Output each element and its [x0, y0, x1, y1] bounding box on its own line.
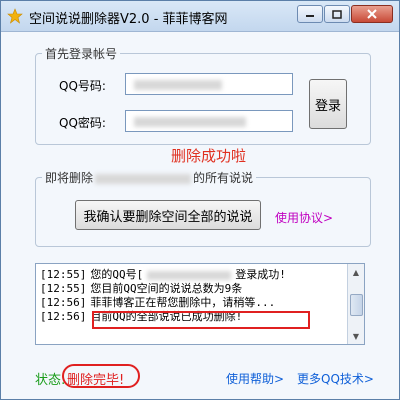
redacted-account: [95, 173, 192, 184]
redacted-qq-number: [134, 80, 222, 90]
scroll-up-icon[interactable]: ▲: [348, 264, 364, 280]
log-text: 您目前QQ空间的说说总数为9条: [90, 282, 243, 295]
log-text: 您的QQ号[: [90, 268, 144, 281]
window-controls: [297, 5, 393, 25]
log-time: [12:56]: [40, 310, 87, 323]
log-text-after: 登录成功!: [235, 268, 286, 281]
qq-number-label: QQ号码:: [59, 79, 106, 93]
scroll-thumb[interactable]: [350, 294, 363, 316]
highlight-box: [92, 311, 310, 329]
app-window: 空间说说删除器V2.0 - 菲菲博客网 首先登录帐号 QQ号码: QQ密码: 登…: [0, 0, 400, 400]
delete-legend-prefix: 即将删除: [45, 171, 94, 185]
log-line: [12:55] 您的QQ号[ 登录成功!: [40, 268, 340, 282]
success-message: 删除成功啦: [171, 147, 247, 165]
log-time: [12:55]: [40, 268, 87, 281]
delete-legend-suffix: 的所有说说: [193, 171, 254, 185]
confirm-delete-button[interactable]: 我确认要删除空间全部的说说: [75, 200, 261, 230]
redacted-qq-password: [134, 117, 246, 127]
restore-button[interactable]: [324, 5, 350, 23]
log-time: [12:56]: [40, 296, 87, 309]
status-label: 状态:: [35, 373, 66, 388]
status-value: 删除完毕!: [67, 373, 125, 388]
restore-icon: [332, 9, 342, 19]
close-button[interactable]: [351, 5, 393, 23]
title-bar[interactable]: 空间说说删除器V2.0 - 菲菲博客网: [1, 1, 399, 32]
minimize-icon: [306, 15, 314, 17]
redacted-qq: [147, 270, 232, 280]
minimize-button[interactable]: [297, 5, 323, 23]
close-icon: [367, 9, 377, 19]
log-time: [12:55]: [40, 282, 87, 295]
login-button[interactable]: 登录: [309, 79, 347, 129]
window-title: 空间说说删除器V2.0 - 菲菲博客网: [29, 12, 228, 27]
log-scrollbar[interactable]: ▲ ▼: [347, 264, 364, 344]
delete-legend: 即将删除 的所有说说: [42, 169, 256, 186]
log-box[interactable]: [12:55] 您的QQ号[ 登录成功! [12:55] 您目前QQ空间的说说总数为9…: [35, 263, 365, 345]
app-icon: [7, 8, 23, 24]
log-text: 菲菲博客正在帮您删除中，请稍等...: [90, 296, 276, 309]
agreement-link[interactable]: 使用协议>: [275, 209, 333, 226]
qq-number-field[interactable]: [125, 73, 293, 95]
scroll-down-icon[interactable]: ▼: [348, 328, 364, 344]
qq-password-field[interactable]: [125, 110, 293, 132]
qq-password-label: QQ密码:: [59, 116, 106, 130]
help-link[interactable]: 使用帮助>: [226, 370, 284, 387]
log-line: [12:55] 您目前QQ空间的说说总数为9条: [40, 282, 340, 296]
log-line: [12:56] 菲菲博客正在帮您删除中，请稍等...: [40, 296, 340, 310]
more-qq-link[interactable]: 更多QQ技术>: [297, 370, 374, 387]
login-legend: 首先登录帐号: [45, 47, 118, 61]
